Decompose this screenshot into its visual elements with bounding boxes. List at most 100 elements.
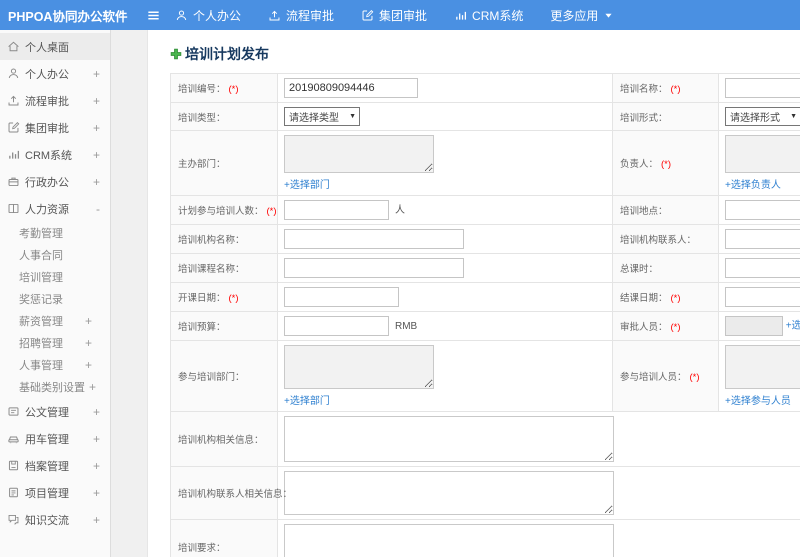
chart-icon xyxy=(7,148,20,161)
sidebar-subitem-6-3[interactable]: 奖惩记录 xyxy=(0,288,110,310)
sidebar-item-3[interactable]: 集团审批 + xyxy=(0,114,110,141)
content-area: 培训计划发布 培训编号：(*)培训名称：(*) 培训类型： 请选择类型▼ 培训形式： 请… xyxy=(148,30,800,557)
agency-info-textarea[interactable] xyxy=(284,416,614,462)
field-label-cell: 审批人员： (*) xyxy=(612,311,719,341)
sidebar-item-11[interactable]: 知识交流 + xyxy=(0,506,110,533)
sidebar-subitem-6-2[interactable]: 培训管理 xyxy=(0,266,110,288)
project-icon xyxy=(7,486,20,499)
sidebar-item-0[interactable]: 个人桌面 xyxy=(0,33,110,60)
field-cell xyxy=(277,282,613,312)
field-label: 培训机构联系人： xyxy=(620,235,697,246)
sidebar-item-9[interactable]: 档案管理 + xyxy=(0,452,110,479)
form-row: 培训编号：(*)培训名称：(*) xyxy=(170,73,800,103)
field-label: 培训预算： xyxy=(178,322,226,333)
topnav-item-2[interactable]: 集团审批 xyxy=(361,7,427,24)
select-leader-link[interactable]: +选择负责人 xyxy=(725,176,781,191)
field-label: 培训课程名称： xyxy=(178,264,245,275)
field-cell: +选择部门 xyxy=(277,130,613,196)
field-label-cell: 培训机构联系人相关信息： xyxy=(170,466,292,520)
field-label: 培训形式： xyxy=(620,112,668,124)
field-label-cell: 总课时： xyxy=(612,253,719,283)
approver-input[interactable] xyxy=(725,316,783,336)
training-requirements-textarea[interactable] xyxy=(284,524,614,557)
sidebar-item-2[interactable]: 流程审批 + xyxy=(0,87,110,114)
field-label: 培训机构相关信息： xyxy=(178,435,264,446)
agency-contact-info-textarea[interactable] xyxy=(284,471,614,515)
select-department-link[interactable]: +选择部门 xyxy=(284,176,330,191)
main-layout: 个人桌面 个人办公 + 流程审批 + 集团审批 + CRM系统 + 行政办公 + 人力资源 - 考勤管理人… xyxy=(0,30,800,557)
edit-icon xyxy=(7,121,20,134)
field-label: 总课时： xyxy=(620,264,659,275)
sidebar-item-8[interactable]: 用车管理 + xyxy=(0,425,110,452)
field-cell: +选择审批人员 xyxy=(718,311,800,341)
expand-indicator: + xyxy=(89,380,97,394)
training-form-select[interactable]: 请选择形式 ▼ xyxy=(725,107,800,126)
total-hours-input[interactable] xyxy=(725,258,800,278)
sidebar-item-5[interactable]: 行政办公 + xyxy=(0,168,110,195)
field-label: 审批人员： xyxy=(620,322,668,333)
expand-indicator: - xyxy=(96,201,100,216)
page-title: 培训计划发布 xyxy=(170,44,800,64)
field-label: 计划参与培训人数： xyxy=(178,206,264,217)
topnav-item-1[interactable]: 流程审批 xyxy=(268,7,334,24)
agency-contact-input[interactable] xyxy=(725,229,800,249)
course-name-input[interactable] xyxy=(284,258,464,278)
topnav-item-3[interactable]: CRM系统 xyxy=(454,7,523,24)
field-label: 培训类型： xyxy=(178,112,226,124)
sidebar-item-6[interactable]: 人力资源 - xyxy=(0,195,110,222)
training-place-input[interactable] xyxy=(725,200,800,220)
agency-name-input[interactable] xyxy=(284,229,464,249)
field-label: 培训机构名称： xyxy=(178,235,245,246)
sidebar-item-4[interactable]: CRM系统 + xyxy=(0,141,110,168)
field-label-cell: 培训名称： (*) xyxy=(612,73,719,103)
sidebar-item-7[interactable]: 公文管理 + xyxy=(0,398,110,425)
sidebar-subitem-6-0[interactable]: 考勤管理 xyxy=(0,222,110,244)
sidebar-item-1[interactable]: 个人办公 + xyxy=(0,60,110,87)
hamburger-menu-button[interactable] xyxy=(146,8,161,23)
start-date-input[interactable] xyxy=(284,287,399,307)
expand-indicator: + xyxy=(84,336,92,350)
sidebar-item-10[interactable]: 项目管理 + xyxy=(0,479,110,506)
training-name-input[interactable] xyxy=(725,78,800,98)
host-department-textarea[interactable] xyxy=(284,135,434,173)
select-department-link[interactable]: +选择部门 xyxy=(284,392,330,407)
field-label-cell: 培训要求： xyxy=(170,519,278,557)
sidebar-subitem-6-4[interactable]: 薪资管理 + xyxy=(0,310,110,332)
leader-textarea[interactable] xyxy=(725,135,800,173)
training-no-input[interactable] xyxy=(284,78,418,98)
sidebar-scroll-strip[interactable] xyxy=(111,30,148,557)
field-label-cell: 培训机构名称： xyxy=(170,224,278,254)
select-approver-link[interactable]: +选择审批人员 xyxy=(786,321,800,332)
expand-indicator: + xyxy=(92,431,100,446)
end-date-input[interactable] xyxy=(725,287,800,307)
sidebar-subitem-6-7[interactable]: 基础类别设置 + xyxy=(0,376,110,398)
field-label-cell: 主办部门： xyxy=(170,130,278,196)
field-label-cell: 结课日期： (*) xyxy=(612,282,719,312)
sidebar-subitem-6-5[interactable]: 招聘管理 + xyxy=(0,332,110,354)
required-marker: (*) xyxy=(670,322,681,333)
participating-dept-textarea[interactable] xyxy=(284,345,434,389)
field-cell: +选择部门 xyxy=(277,340,613,412)
participants-textarea[interactable] xyxy=(725,345,800,389)
sidebar-subitem-6-1[interactable]: 人事合同 xyxy=(0,244,110,266)
flow-icon xyxy=(268,9,281,22)
topnav-item-4[interactable]: 更多应用 xyxy=(550,7,614,24)
budget-input[interactable] xyxy=(284,316,389,336)
user-icon xyxy=(7,67,20,80)
field-label-cell: 负责人： (*) xyxy=(612,130,719,196)
field-cell xyxy=(277,253,613,283)
training-type-select[interactable]: 请选择类型 ▼ xyxy=(284,107,360,126)
select-participants-link[interactable]: +选择参与人员 xyxy=(725,392,791,407)
planned-participants-input[interactable] xyxy=(284,200,389,220)
field-label: 培训地点： xyxy=(620,206,668,217)
app-window: PHPOA协同办公软件 个人办公 流程审批 集团审批 CRM系统 更多应用 个人桌面 个人… xyxy=(0,0,800,557)
field-label-cell: 参与培训人员： (*) xyxy=(612,340,719,412)
form-row: 培训课程名称： 总课时： xyxy=(170,253,800,283)
topnav-item-0[interactable]: 个人办公 xyxy=(175,7,241,24)
sidebar-subitem-6-6[interactable]: 人事管理 + xyxy=(0,354,110,376)
field-label: 培训机构联系人相关信息： xyxy=(178,489,293,500)
expand-indicator: + xyxy=(92,120,100,135)
field-label: 结课日期： xyxy=(620,293,668,304)
chart-icon xyxy=(454,9,467,22)
field-label: 培训要求： xyxy=(178,543,226,554)
